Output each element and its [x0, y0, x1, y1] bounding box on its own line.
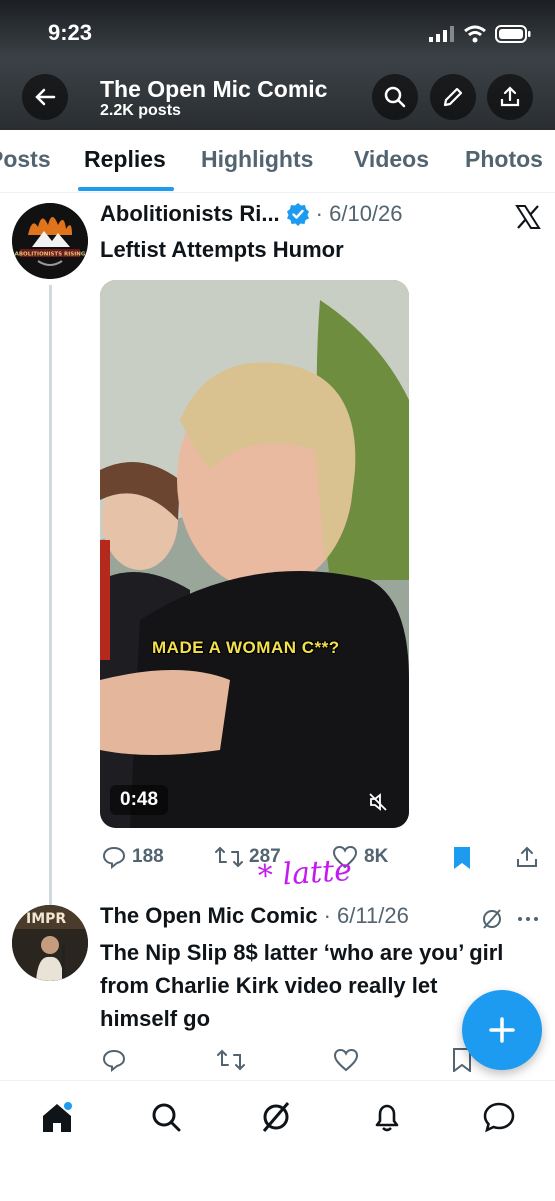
svg-text:ABOLITIONISTS RISING: ABOLITIONISTS RISING: [15, 252, 86, 258]
status-time: 9:23: [48, 20, 93, 45]
share-tweet-icon[interactable]: [515, 845, 539, 869]
bell-icon: [375, 1104, 399, 1132]
share-icon: [500, 86, 520, 107]
profile-title: The Open Mic Comic: [100, 76, 328, 102]
heart-icon[interactable]: [333, 1048, 359, 1072]
reply-icon: [102, 846, 126, 869]
avatar-sign-text: IMPR: [26, 911, 66, 927]
tweet-header: The Open Mic Comic · 6/11/26: [100, 903, 409, 929]
nav-home[interactable]: [40, 1101, 74, 1140]
tweet-date[interactable]: · 6/11/26: [324, 903, 409, 929]
reply-count: 188: [132, 846, 164, 867]
edit-button[interactable]: [430, 74, 476, 120]
like-count: 8K: [364, 846, 389, 867]
reply-icon[interactable]: [102, 1048, 126, 1072]
video-thumbnail: [100, 280, 409, 828]
nav-grok[interactable]: [260, 1101, 292, 1138]
reply-button[interactable]: 188: [102, 845, 164, 869]
tab-photos[interactable]: Photos: [465, 146, 543, 173]
nav-search[interactable]: [150, 1101, 182, 1138]
more-options-icon[interactable]: [516, 915, 540, 923]
tweet-header: Abolitionists Ri... · 6/10/26: [100, 201, 403, 227]
tweet-text: Leftist Attempts Humor: [100, 237, 344, 262]
author-name[interactable]: The Open Mic Comic: [100, 903, 318, 929]
nav-notifications[interactable]: [371, 1101, 403, 1138]
bookmark-icon[interactable]: [452, 846, 472, 870]
verified-badge-icon: [286, 203, 309, 226]
tweet-text: The Nip Slip 8$ latter ‘who are you’ gir…: [100, 940, 504, 1031]
abolitionists-rising-logo: ABOLITIONISTS RISING: [12, 203, 88, 279]
search-icon: [384, 86, 406, 108]
tab-highlights[interactable]: Highlights: [201, 146, 313, 173]
handwritten-annotation: * latte: [256, 852, 353, 895]
mute-icon[interactable]: [368, 792, 388, 812]
back-button[interactable]: [22, 74, 68, 120]
tab-posts[interactable]: Posts: [0, 146, 51, 173]
open-mic-avatar-image: IMPR: [12, 905, 88, 981]
search-button[interactable]: [372, 74, 418, 120]
bottom-navigation: [0, 1080, 555, 1201]
status-icons: [429, 24, 531, 44]
home-icon: [43, 1102, 72, 1132]
video-duration: 0:48: [110, 785, 169, 815]
pencil-icon: [443, 87, 463, 107]
video-caption: MADE A WOMAN C**?: [152, 638, 340, 657]
active-tab-indicator: [78, 187, 174, 191]
messages-icon: [483, 1102, 515, 1133]
profile-header: 9:23 The Open Mic Comic 2.2K posts: [0, 0, 555, 130]
plus-icon: [489, 1017, 515, 1043]
profile-tabs: Posts Replies Highlights Videos Photos: [0, 130, 555, 193]
x-logo-icon: [515, 205, 541, 229]
share-button[interactable]: [487, 74, 533, 120]
post-count: 2.2K posts: [100, 102, 181, 119]
video-player[interactable]: MADE A WOMAN C**? 0:48: [100, 280, 409, 828]
wifi-icon: [464, 25, 486, 43]
tab-videos[interactable]: Videos: [354, 146, 429, 173]
tweet-date[interactable]: · 6/10/26: [316, 201, 403, 227]
author-name[interactable]: Abolitionists Ri...: [100, 201, 280, 227]
back-arrow-icon: [35, 88, 56, 106]
search-icon: [152, 1103, 181, 1132]
thread-line: [49, 285, 52, 905]
grok-icon: [262, 1102, 290, 1132]
battery-icon: [495, 25, 531, 43]
repost-icon: [215, 846, 243, 868]
signal-icon: [429, 26, 454, 42]
tab-replies[interactable]: Replies: [84, 146, 166, 173]
repost-icon[interactable]: [217, 1048, 245, 1072]
avatar[interactable]: ABOLITIONISTS RISING: [12, 203, 88, 279]
nav-messages[interactable]: [482, 1101, 516, 1138]
avatar[interactable]: IMPR: [12, 905, 88, 981]
grok-icon[interactable]: [481, 908, 503, 930]
compose-button[interactable]: [462, 990, 542, 1070]
